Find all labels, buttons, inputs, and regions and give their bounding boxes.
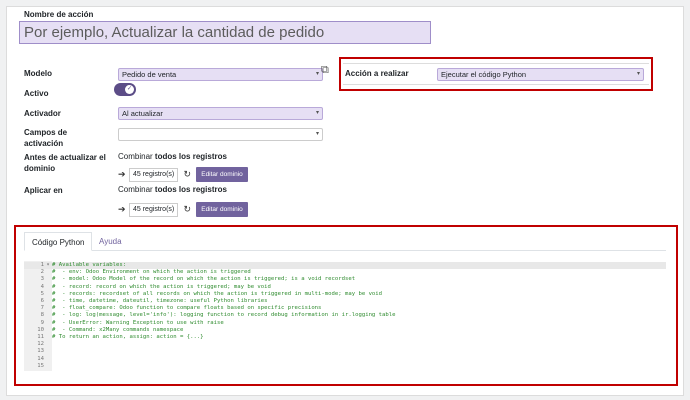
trigger-fields-label-2: activación	[24, 139, 64, 148]
apply-on-label: Aplicar en	[24, 186, 63, 195]
tab-help[interactable]: Ayuda	[92, 232, 129, 251]
before-domain-row: ➔ 45 registro(s) ↻ Editar dominio	[118, 167, 248, 182]
code-text: # - record: record on which the action i…	[52, 283, 271, 290]
trigger-fields-label-1: Campos de	[24, 128, 68, 137]
check-icon: ✓	[125, 85, 134, 94]
code-text: # - records: recordset of all records on…	[52, 290, 383, 297]
code-line[interactable]: 4 # - record: record on which the action …	[24, 284, 666, 291]
line-number: 6	[40, 298, 44, 304]
caret-down-icon: ▾	[315, 131, 319, 137]
line-number: 10	[37, 326, 44, 333]
line-number: 14	[37, 355, 44, 362]
code-line[interactable]: 1 ▾ # Available variables:	[24, 262, 666, 270]
code-text: # - UserError: Warning Exception to use …	[52, 319, 224, 326]
trigger-fields-select[interactable]: ▾	[118, 128, 323, 141]
tab-python-code[interactable]: Código Python	[24, 232, 93, 251]
trigger-value: Al actualizar	[122, 109, 163, 118]
line-number: 11	[37, 334, 44, 340]
external-link-icon[interactable]: ⧉	[321, 64, 329, 77]
active-label: Activo	[24, 89, 49, 98]
line-number: 1	[40, 262, 44, 268]
code-line[interactable]: 9 # - UserError: Warning Exception to use…	[24, 320, 666, 327]
code-line[interactable]: 8 # - log: log(message, level='info'): lo…	[24, 312, 666, 319]
code-line[interactable]: 3 # - model: Odoo Model of the record on …	[24, 276, 666, 283]
model-value: Pedido de venta	[122, 70, 177, 79]
code-line[interactable]: 14	[24, 356, 666, 363]
code-text: # Available variables:	[52, 262, 127, 268]
code-line[interactable]: 11 # To return an action, assign: action …	[24, 334, 666, 341]
code-line[interactable]: 6 # - time, datetime, dateutil, timezone:…	[24, 298, 666, 305]
caret-down-icon: ▾	[315, 110, 319, 116]
line-number: 4	[40, 283, 44, 290]
before-update-label-1: Antes de actualizar el	[24, 153, 106, 162]
refresh-icon[interactable]: ↻	[181, 169, 193, 180]
code-text: # - time, datetime, dateutil, timezone: …	[52, 298, 268, 304]
apply-record-count[interactable]: 45 registro(s)	[129, 202, 179, 217]
code-line[interactable]: 15	[24, 363, 666, 370]
tab-bar: Código Python Ayuda	[24, 232, 666, 251]
code-text: # - model: Odoo Model of the record on w…	[52, 276, 356, 283]
model-select[interactable]: Pedido de venta ▾	[118, 68, 323, 81]
line-number: 9	[40, 319, 44, 326]
code-text: # To return an action, assign: action = …	[52, 334, 204, 340]
before-combine-text: Combinar todos los registros	[118, 152, 227, 161]
line-number: 7	[40, 305, 44, 312]
name-input[interactable]: Por ejemplo, Actualizar la cantidad de p…	[19, 21, 431, 44]
apply-domain-row: ➔ 45 registro(s) ↻ Editar dominio	[118, 202, 248, 217]
before-update-label-2: dominio	[24, 164, 56, 173]
code-line[interactable]: 13	[24, 348, 666, 355]
caret-down-icon: ▾	[315, 71, 319, 77]
model-label: Modelo	[24, 69, 52, 78]
before-record-count[interactable]: 45 registro(s)	[129, 167, 179, 182]
line-number: 2	[40, 269, 44, 276]
code-editor[interactable]: 1 ▾ # Available variables: 2 # - env: Odoo E…	[24, 261, 666, 371]
arrow-right-icon: ➔	[118, 169, 126, 179]
arrow-right-icon: ➔	[118, 204, 126, 214]
line-number: 13	[37, 348, 44, 355]
trigger-label: Activador	[24, 109, 61, 118]
code-text: # - log: log(message, level='info'): log…	[52, 312, 396, 319]
code-line[interactable]: 10 # - Command: x2Many commands namespace	[24, 327, 666, 334]
code-line[interactable]: 5 # - records: recordset of all records o…	[24, 291, 666, 298]
code-text: # - float_compare: Odoo function to comp…	[52, 305, 322, 312]
line-number: 5	[40, 290, 44, 297]
trigger-select[interactable]: Al actualizar ▾	[118, 107, 323, 120]
code-line[interactable]: 7 # - float_compare: Odoo function to com…	[24, 305, 666, 312]
active-toggle[interactable]: ✓	[114, 83, 136, 96]
line-number: 12	[37, 341, 44, 348]
line-number: 15	[37, 362, 44, 369]
code-line[interactable]: 12	[24, 341, 666, 348]
line-number: 8	[40, 312, 44, 319]
code-line[interactable]: 2 # - env: Odoo Environment on which the …	[24, 269, 666, 276]
action-highlight-box	[339, 57, 653, 91]
line-number: 3	[40, 276, 44, 283]
apply-combine-text: Combinar todos los registros	[118, 185, 227, 194]
edit-domain-button[interactable]: Editar dominio	[196, 202, 248, 217]
code-text: # - Command: x2Many commands namespace	[52, 326, 184, 333]
edit-domain-button[interactable]: Editar dominio	[196, 167, 248, 182]
code-text: # - env: Odoo Environment on which the a…	[52, 269, 251, 276]
refresh-icon[interactable]: ↻	[181, 204, 193, 215]
fold-arrow-icon[interactable]: ▾	[44, 262, 52, 269]
name-label: Nombre de acción	[24, 10, 94, 19]
